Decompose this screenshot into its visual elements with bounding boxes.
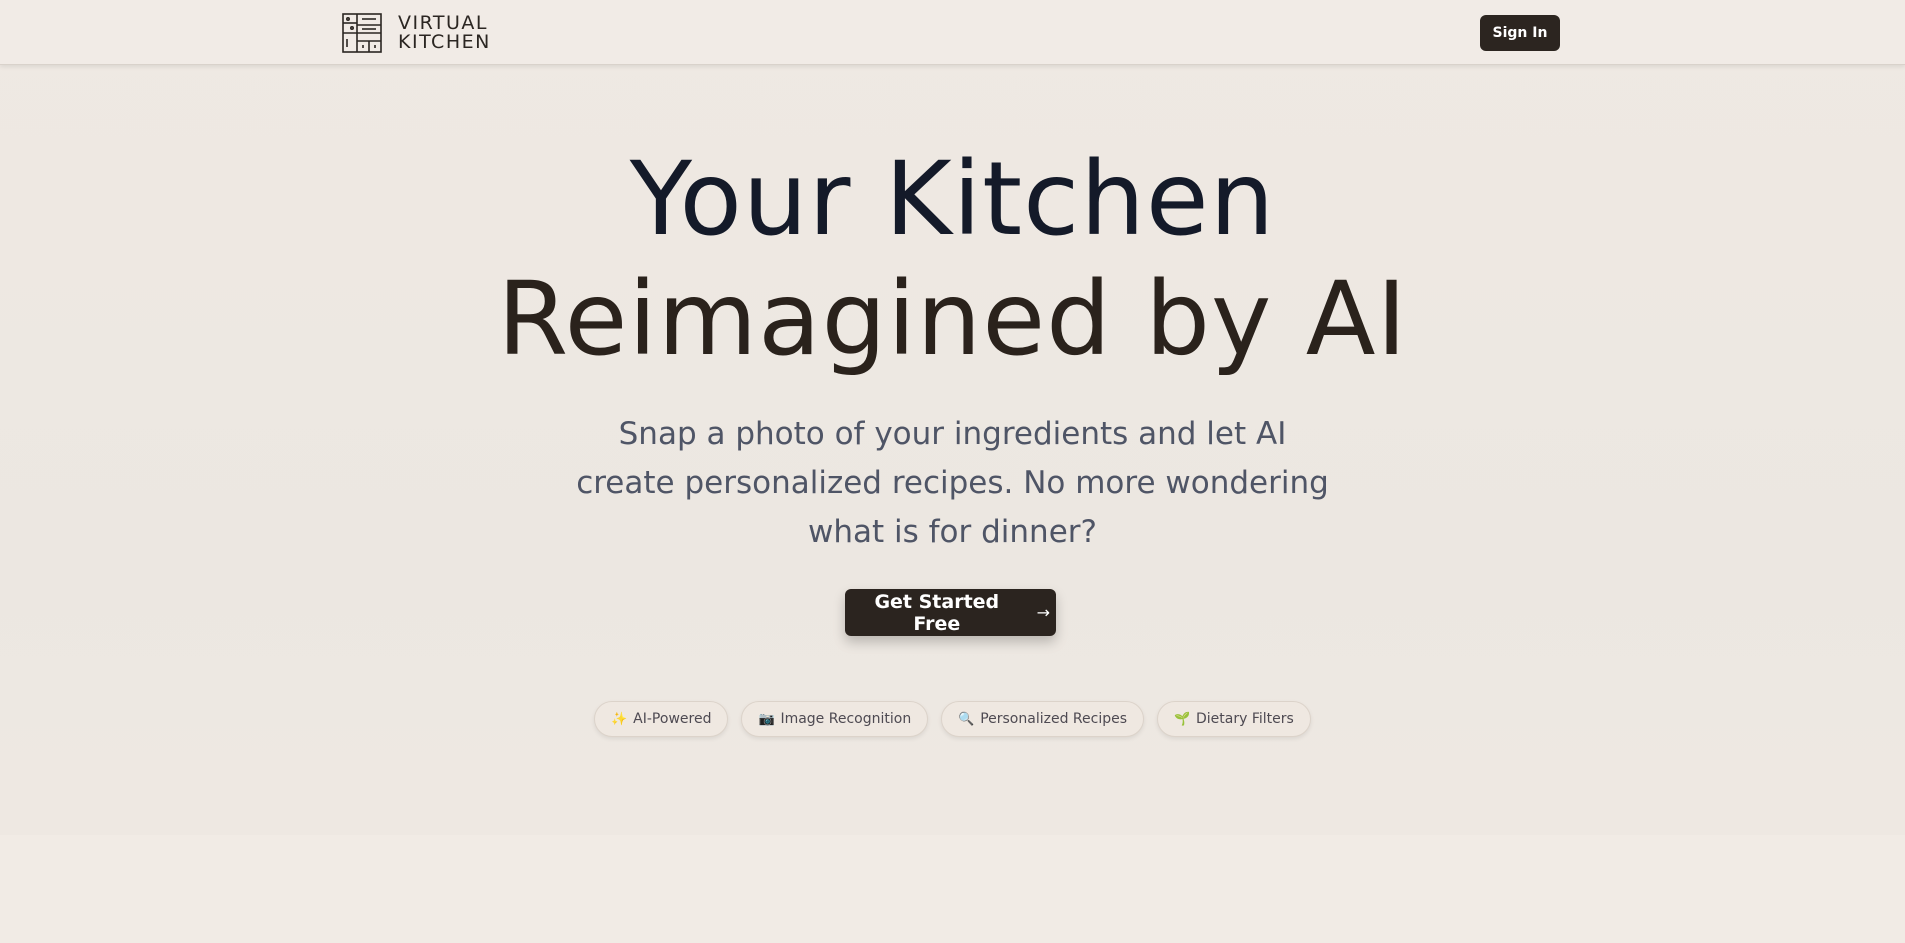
- hero-title: Your Kitchen Reimagined by AI: [0, 140, 1905, 380]
- feature-tag-label: Dietary Filters: [1196, 711, 1294, 727]
- get-started-label: Get Started Free: [874, 590, 1000, 635]
- camera-icon: 📷: [758, 711, 775, 727]
- seedling-icon: 🌱: [1174, 711, 1191, 727]
- sparkles-icon: ✨: [611, 711, 628, 727]
- hero-title-line-2: Reimagined by AI: [497, 260, 1408, 379]
- feature-tag-dietary-filters: 🌱 Dietary Filters: [1157, 701, 1311, 737]
- hero-title-line-1: Your Kitchen: [629, 140, 1276, 259]
- magnifier-icon: 🔍: [958, 711, 975, 727]
- feature-tags: ✨ AI-Powered 📷 Image Recognition 🔍 Perso…: [0, 701, 1905, 737]
- lower-section: [0, 835, 1905, 943]
- feature-tag-ai-powered: ✨ AI-Powered: [594, 701, 729, 737]
- sign-in-button[interactable]: Sign In: [1480, 15, 1560, 51]
- kitchen-cabinet-icon: [342, 13, 382, 53]
- feature-tag-label: AI-Powered: [633, 711, 712, 727]
- logo-wordmark: VIRTUAL KITCHEN: [398, 14, 491, 52]
- top-navbar: VIRTUAL KITCHEN Sign In: [0, 0, 1905, 65]
- landing-page: VIRTUAL KITCHEN Sign In Your Kitchen Rei…: [0, 0, 1905, 943]
- feature-tag-image-recognition: 📷 Image Recognition: [741, 701, 929, 737]
- logo-line-2: KITCHEN: [398, 31, 491, 53]
- arrow-right-icon: →: [1036, 603, 1050, 622]
- logo-link[interactable]: VIRTUAL KITCHEN: [342, 12, 491, 54]
- feature-tag-label: Image Recognition: [780, 711, 912, 727]
- feature-tag-personalized-recipes: 🔍 Personalized Recipes: [941, 701, 1144, 737]
- get-started-button[interactable]: Get Started Free →: [845, 589, 1056, 636]
- feature-tag-label: Personalized Recipes: [980, 711, 1127, 727]
- hero-subtitle: Snap a photo of your ingredients and let…: [576, 416, 1329, 550]
